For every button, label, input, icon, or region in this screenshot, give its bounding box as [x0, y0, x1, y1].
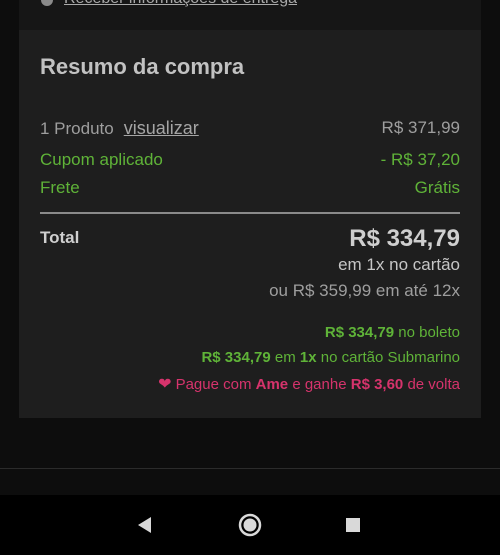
- card-times: 1x: [299, 349, 317, 366]
- back-triangle-icon[interactable]: [130, 510, 160, 540]
- heart-icon: ❤: [158, 376, 172, 393]
- delivery-info-link[interactable]: Receber informações de entrega: [64, 0, 297, 8]
- shipping-label: Frete: [40, 178, 80, 197]
- product-count-label: 1 Produto: [40, 119, 114, 138]
- shipping-value: Grátis: [414, 178, 460, 197]
- total-label: Total: [40, 228, 80, 247]
- order-summary-card: Resumo da compra 1 Produto visualizar R$ …: [19, 30, 481, 418]
- summary-title: Resumo da compra: [40, 54, 245, 79]
- home-circle-icon[interactable]: [235, 510, 265, 540]
- card-mid: em: [274, 349, 296, 366]
- whatsapp-icon: [41, 0, 53, 6]
- total-value: R$ 334,79: [349, 225, 460, 252]
- card-price: R$ 334,79: [201, 349, 271, 366]
- ame-pre: Pague com: [175, 376, 252, 393]
- ame-post: de volta: [407, 376, 460, 393]
- product-price: R$ 371,99: [381, 118, 460, 137]
- card-line: R$ 334,79 em 1x no cartão Submarino: [201, 349, 460, 366]
- android-nav-bar: [0, 495, 500, 555]
- coupon-value: - R$ 37,20: [380, 150, 460, 169]
- boleto-price: R$ 334,79: [324, 324, 395, 341]
- total-subtext: em 1x no cartão: [338, 255, 460, 274]
- summary-divider: [40, 212, 460, 214]
- ame-value: R$ 3,60: [350, 376, 404, 393]
- section-separator: [0, 468, 500, 469]
- view-products-link[interactable]: visualizar: [124, 118, 199, 138]
- boleto-text: no boleto: [398, 324, 460, 341]
- ame-brand: Ame: [255, 376, 289, 393]
- ame-line: ❤ Pague com Ame e ganhe R$ 3,60 de volta: [158, 374, 460, 394]
- ame-mid: e ganhe: [292, 376, 347, 393]
- coupon-label: Cupom aplicado: [40, 150, 163, 169]
- boleto-line: R$ 334,79 no boleto: [325, 324, 460, 341]
- card-text: no cartão Submarino: [320, 349, 460, 366]
- installments-text: ou R$ 359,99 em até 12x: [269, 281, 460, 300]
- recents-square-icon[interactable]: [338, 510, 368, 540]
